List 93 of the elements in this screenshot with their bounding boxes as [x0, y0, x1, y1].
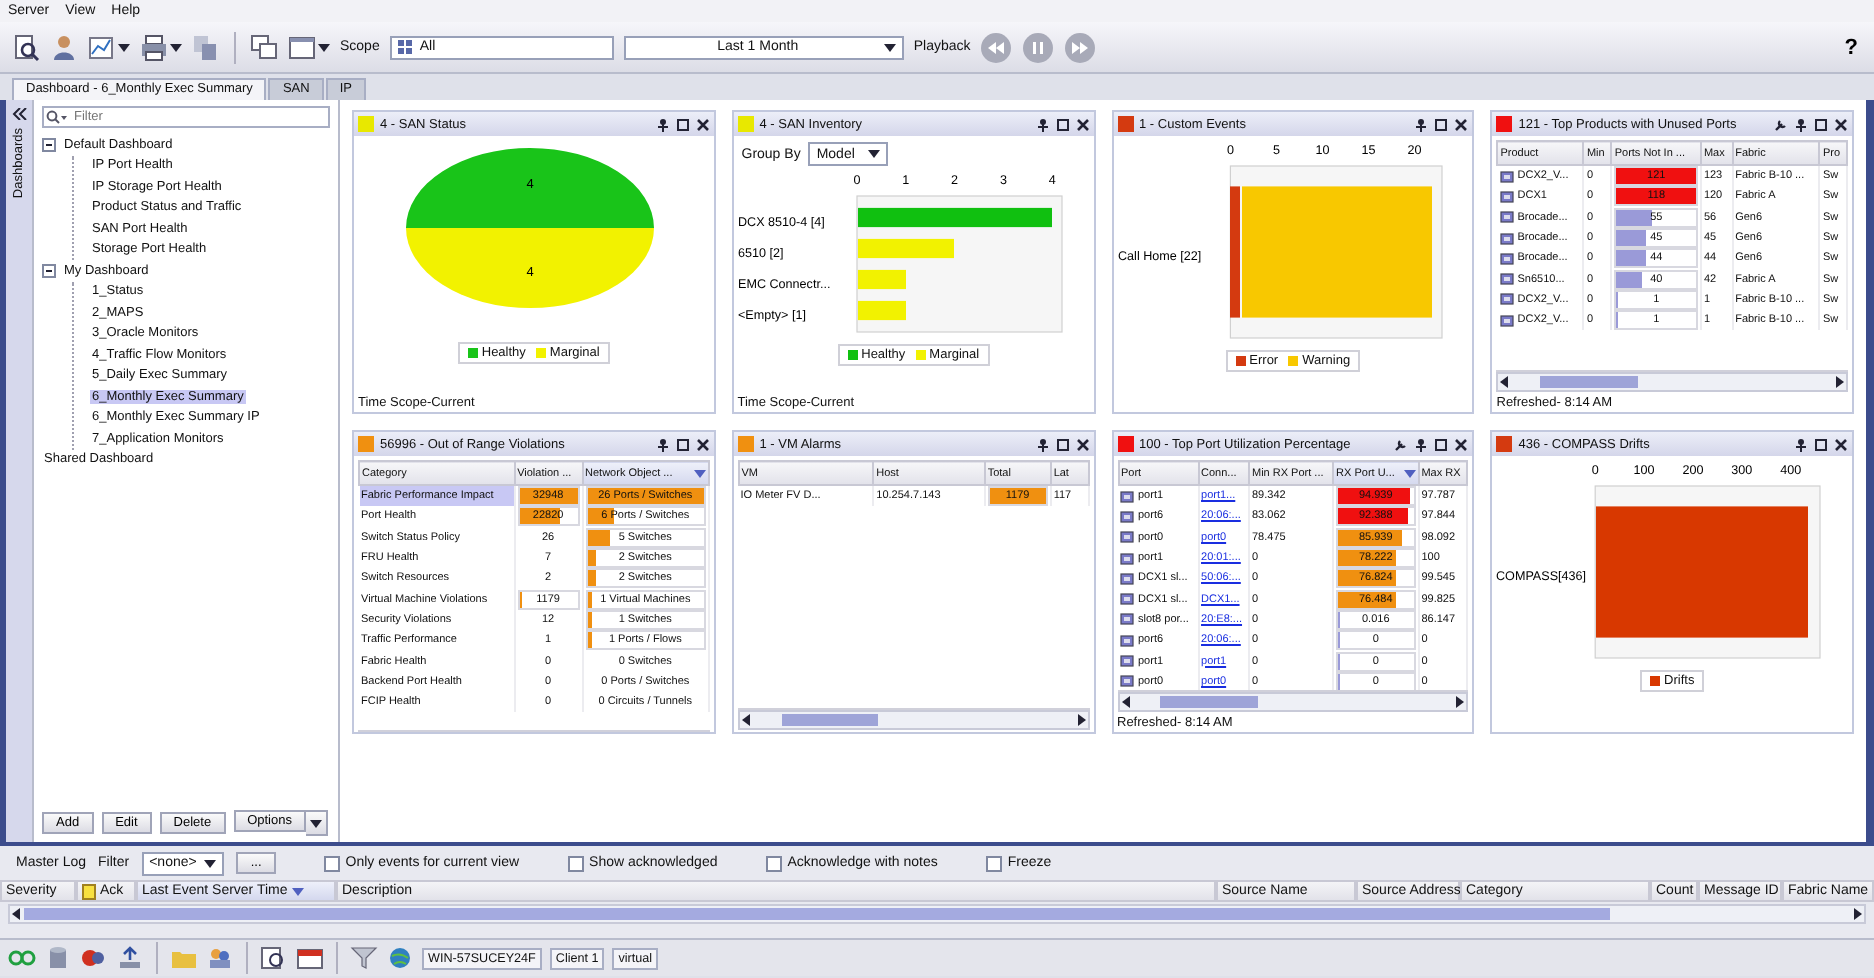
options-menu-button[interactable] [305, 810, 328, 836]
checkbox[interactable] [985, 855, 1002, 871]
expander-icon[interactable] [42, 263, 56, 278]
pin-icon[interactable] [1414, 117, 1429, 131]
close-icon[interactable] [695, 117, 710, 131]
database-icon[interactable] [44, 946, 72, 970]
sort-arrow-icon[interactable] [693, 469, 706, 477]
device-icon [1120, 612, 1134, 627]
restore-icon[interactable] [1434, 117, 1449, 131]
horizontal-scrollbar[interactable] [1496, 372, 1848, 392]
close-icon[interactable] [1834, 437, 1848, 451]
horizontal-scrollbar[interactable] [737, 710, 1089, 730]
device-icon [1499, 272, 1514, 287]
users-icon[interactable] [206, 946, 234, 970]
device-icon [1499, 251, 1514, 266]
device-icon [1120, 654, 1134, 669]
device-icon [1120, 551, 1134, 566]
device-icon [1120, 489, 1134, 504]
window-icon[interactable] [288, 33, 316, 61]
restore-icon[interactable] [1814, 437, 1828, 451]
close-icon[interactable] [1454, 437, 1469, 451]
device-icon [1120, 509, 1134, 524]
expander-icon[interactable] [42, 137, 56, 152]
left-arrow-icon[interactable] [739, 714, 754, 726]
right-arrow-icon[interactable] [1832, 376, 1846, 388]
caret-icon[interactable] [204, 859, 217, 867]
device-icon [1120, 592, 1134, 607]
pin-icon[interactable] [1414, 437, 1429, 451]
pin-icon[interactable] [1035, 117, 1049, 131]
printer-icon[interactable] [140, 33, 168, 61]
restore-icon[interactable] [1434, 437, 1449, 451]
restore-icon[interactable] [675, 437, 690, 451]
device-icon [1120, 571, 1134, 586]
caret-icon[interactable] [118, 43, 130, 51]
pin-icon[interactable] [1794, 437, 1808, 451]
collapse-icon[interactable] [11, 108, 27, 120]
restore-icon[interactable] [1055, 117, 1069, 131]
wrench-icon[interactable] [1394, 437, 1409, 451]
restore-icon[interactable] [1055, 437, 1069, 451]
sort-arrow-icon[interactable] [291, 887, 304, 895]
user-icon[interactable] [50, 33, 78, 61]
sort-arrow-icon[interactable] [1403, 469, 1416, 477]
right-arrow-icon[interactable] [1073, 714, 1087, 726]
right-arrow-icon[interactable] [1850, 908, 1864, 920]
close-icon[interactable] [1454, 117, 1469, 131]
close-icon[interactable] [1075, 437, 1089, 451]
device-icon [1499, 313, 1514, 328]
pin-icon[interactable] [655, 437, 670, 451]
help-button[interactable]: ? [1840, 35, 1862, 59]
device-icon [1120, 674, 1134, 689]
close-icon[interactable] [1834, 117, 1848, 131]
horizontal-scrollbar[interactable] [8, 904, 1866, 924]
caret-icon[interactable] [883, 43, 896, 51]
restore-icon[interactable] [1814, 117, 1828, 131]
chart-icon[interactable] [88, 33, 116, 61]
copy-icon[interactable] [192, 33, 220, 61]
filter-icon[interactable] [350, 946, 378, 970]
device-icon [1120, 530, 1134, 545]
pin-icon[interactable] [1035, 437, 1049, 451]
globe-icon[interactable] [386, 946, 414, 970]
horizontal-scrollbar[interactable] [1117, 692, 1469, 712]
upload-icon[interactable] [116, 946, 144, 970]
close-icon[interactable] [695, 437, 710, 451]
left-arrow-icon[interactable] [1119, 696, 1133, 708]
device-icon [1120, 633, 1134, 648]
right-arrow-icon[interactable] [1452, 696, 1467, 708]
wrench-icon[interactable] [1774, 117, 1788, 131]
magnifier-icon[interactable] [260, 946, 288, 970]
left-arrow-icon[interactable] [10, 908, 24, 920]
pin-icon[interactable] [655, 117, 670, 131]
caret-icon[interactable] [318, 43, 330, 51]
restore-icon[interactable] [675, 117, 690, 131]
caret-icon[interactable] [868, 150, 881, 158]
device-icon [1499, 169, 1514, 184]
left-arrow-icon[interactable] [1498, 376, 1513, 388]
device-icon [1499, 231, 1514, 246]
note-icon [82, 883, 96, 899]
magnifier-icon[interactable] [12, 33, 40, 61]
device-icon [1499, 189, 1514, 204]
grid-icon [397, 40, 412, 54]
caret-icon[interactable] [170, 43, 182, 51]
device-icon [1499, 292, 1514, 307]
windows-icon[interactable] [250, 33, 278, 61]
checkbox[interactable] [567, 855, 584, 871]
search-icon[interactable] [46, 110, 68, 124]
calendar-icon[interactable] [296, 946, 324, 970]
close-icon[interactable] [1075, 117, 1089, 131]
checkbox[interactable] [765, 855, 782, 871]
caret-icon[interactable] [309, 819, 322, 827]
checkbox[interactable] [323, 855, 340, 871]
link-icon[interactable] [8, 946, 36, 970]
pin-icon[interactable] [1794, 117, 1808, 131]
device-icon [1499, 210, 1514, 225]
